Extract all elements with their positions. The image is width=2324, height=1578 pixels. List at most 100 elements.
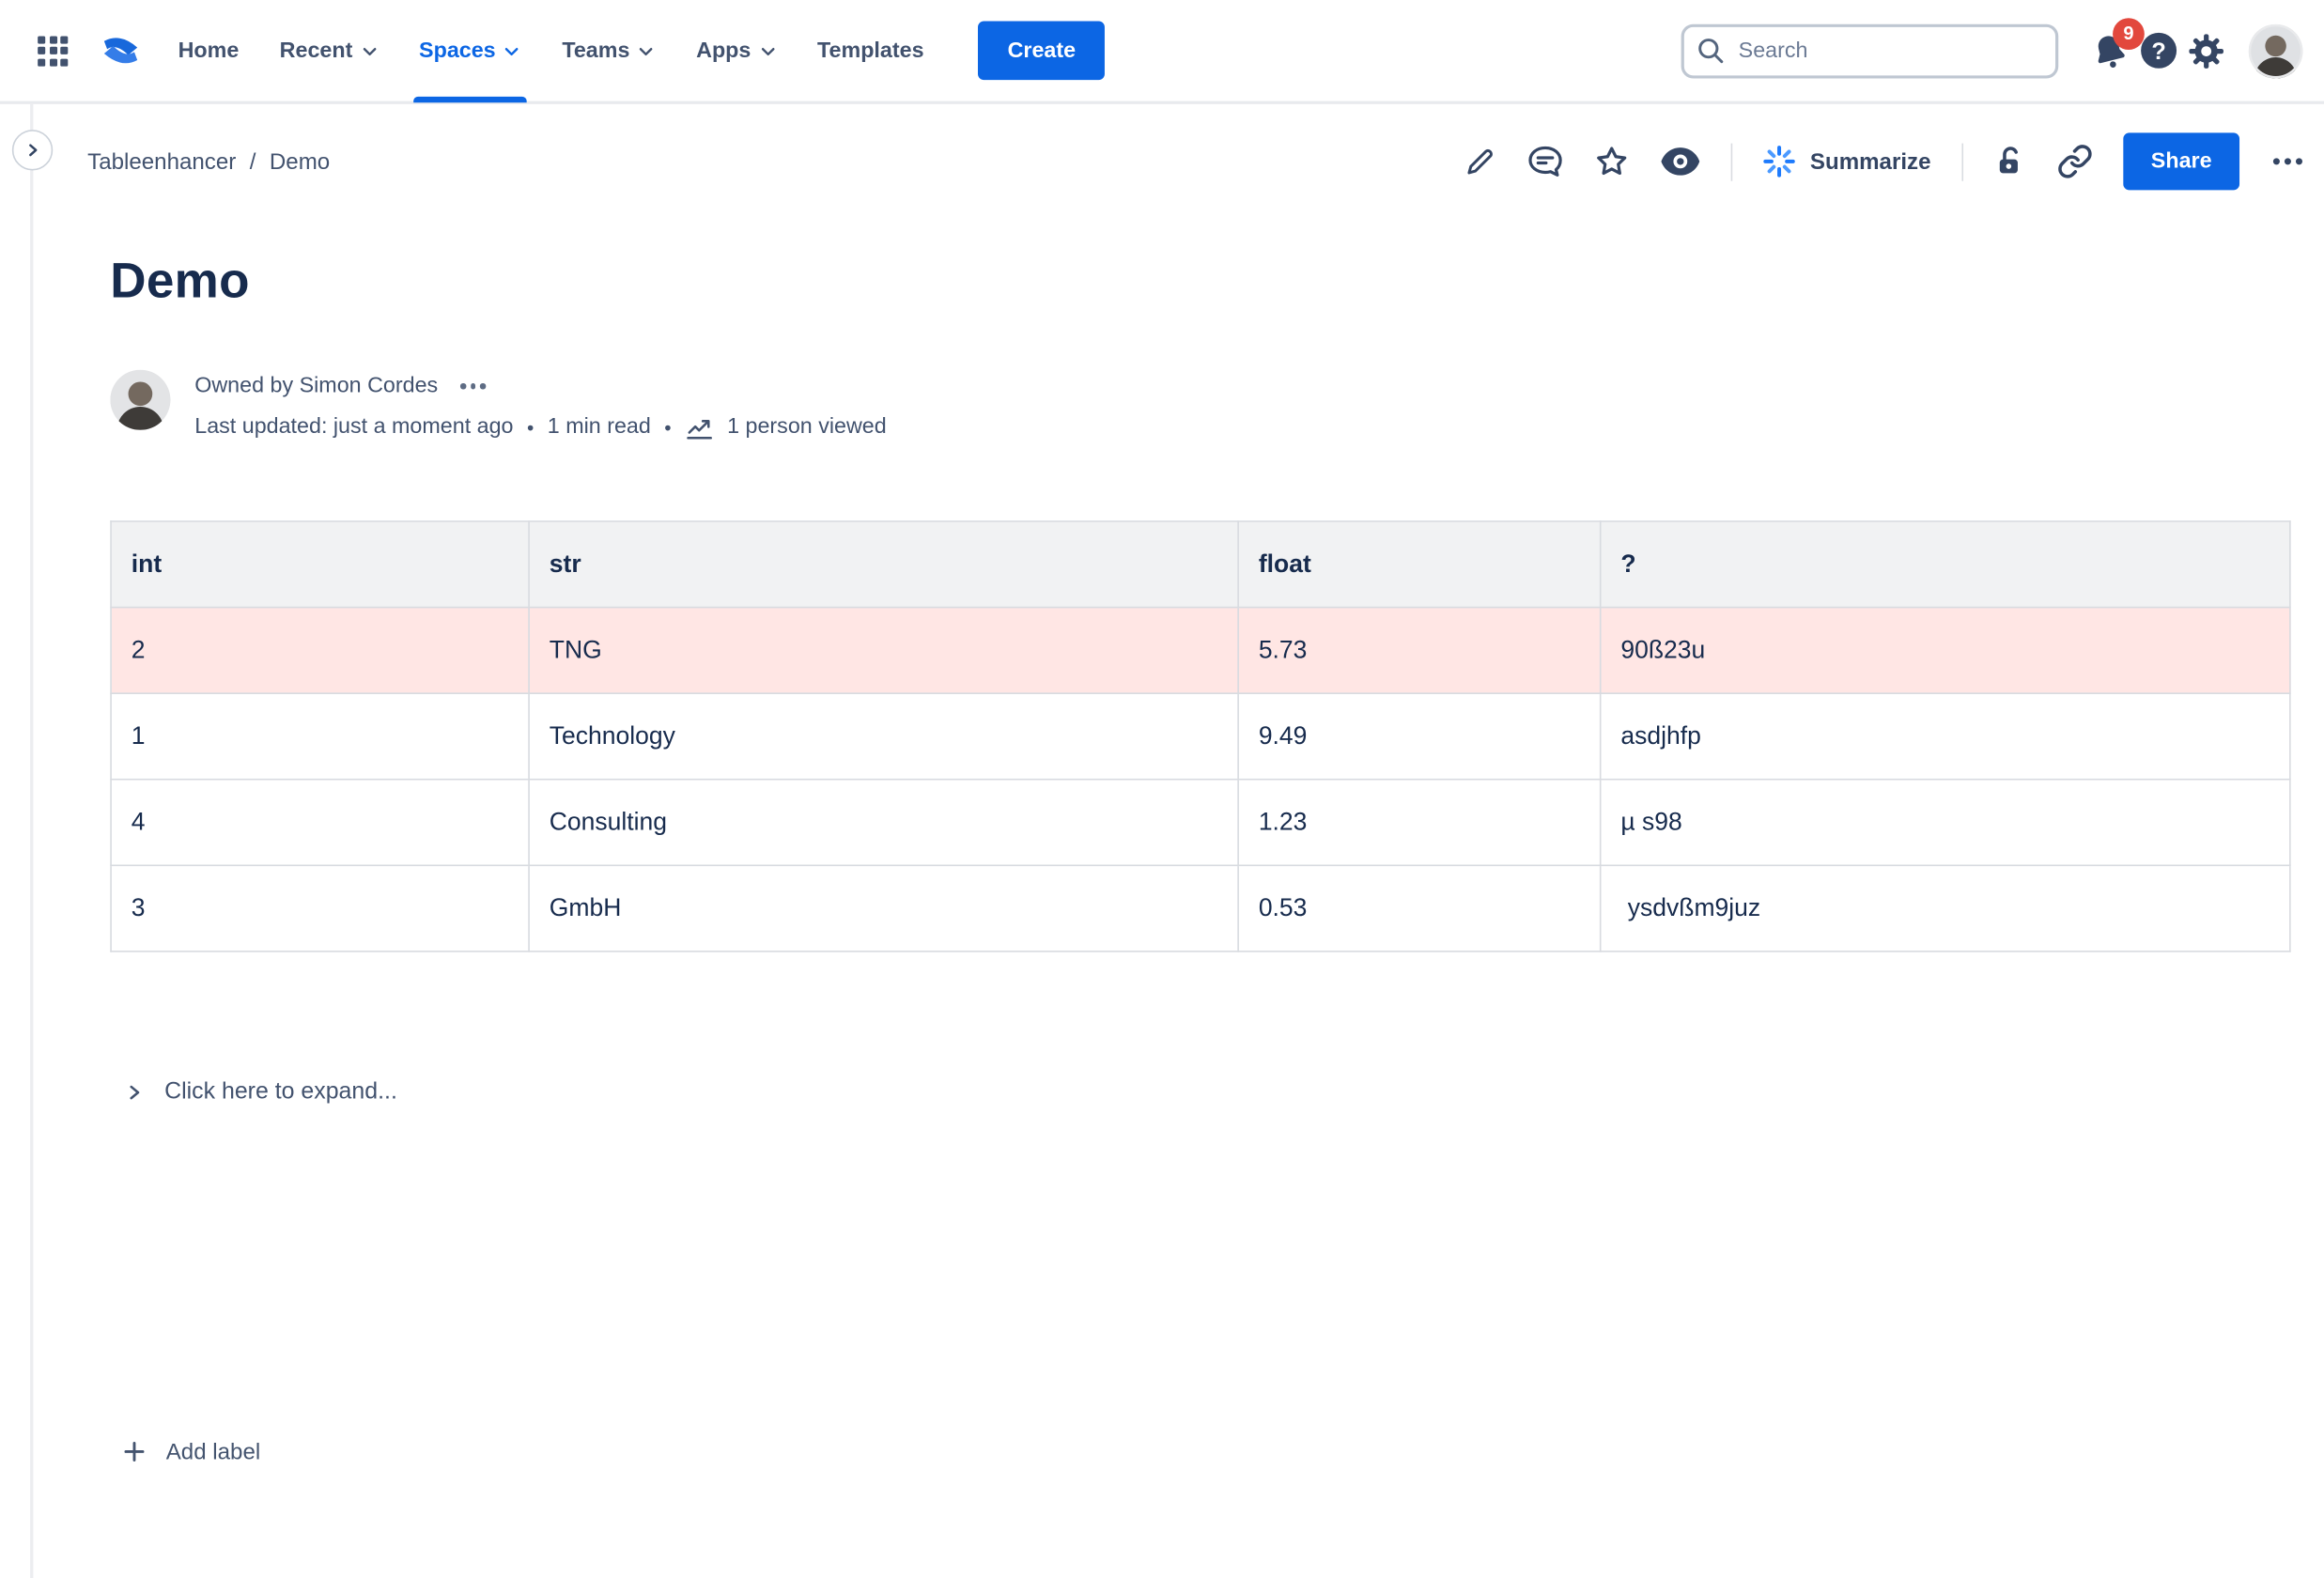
chevron-down-icon: [504, 41, 521, 59]
table-cell: Consulting: [529, 780, 1238, 866]
table-cell: Technology: [529, 693, 1238, 780]
help-button[interactable]: ?: [2134, 23, 2182, 78]
expand-toggle[interactable]: Click here to expand...: [125, 1079, 397, 1106]
confluence-logo-icon: [100, 30, 142, 70]
unlock-icon: [1993, 145, 2026, 178]
nav-item-templates[interactable]: Templates: [817, 0, 924, 102]
breadcrumb-space-link[interactable]: Tableenhancer: [87, 148, 236, 174]
table-cell: asdjhfp: [1601, 693, 2290, 780]
table-row: 3 GmbH 0.53 ysdvßm9juz: [111, 865, 2290, 951]
table-cell: 1.23: [1238, 780, 1601, 866]
user-avatar[interactable]: [2249, 23, 2303, 78]
page-header-bar: Tableenhancer / Demo: [0, 104, 2324, 219]
star-icon: [1593, 144, 1630, 180]
more-actions-button[interactable]: [2270, 144, 2306, 180]
gear-icon: [2187, 31, 2226, 70]
nav-label: Home: [178, 39, 240, 63]
add-label-button[interactable]: Add label: [121, 1438, 261, 1465]
confluence-logo[interactable]: [100, 30, 142, 70]
question-mark-icon: ?: [2138, 30, 2178, 70]
confluence-page: Home Recent Spaces Teams Apps Templates: [0, 0, 2324, 1578]
table-cell: 0.53: [1238, 865, 1601, 951]
primary-nav: Home Recent Spaces Teams Apps Templates: [178, 0, 924, 102]
dot-separator: •: [664, 416, 671, 439]
eye-icon: [1660, 147, 1700, 177]
breadcrumb-separator: /: [250, 148, 256, 174]
table-cell: µ s98: [1601, 780, 2290, 866]
chevron-down-icon: [637, 41, 655, 59]
search-icon: [1695, 34, 1728, 67]
search-input[interactable]: [1681, 23, 2059, 78]
table-cell: 9.49: [1238, 693, 1601, 780]
top-navigation: Home Recent Spaces Teams Apps Templates: [0, 0, 2324, 104]
summarize-label: Summarize: [1810, 148, 1931, 174]
table-row: 4 Consulting 1.23 µ s98: [111, 780, 2290, 866]
nav-label: Apps: [696, 39, 751, 63]
nav-label: Templates: [817, 39, 924, 63]
nav-item-home[interactable]: Home: [178, 0, 240, 102]
comment-button[interactable]: [1527, 144, 1564, 180]
sidebar-expand-button[interactable]: [12, 130, 53, 170]
favourite-star-button[interactable]: [1593, 144, 1630, 180]
table-cell: 5.73: [1238, 608, 1601, 694]
nav-label: Teams: [562, 39, 629, 63]
nav-item-apps[interactable]: Apps: [696, 0, 777, 102]
avatar-photo: [110, 370, 170, 430]
page-title: Demo: [110, 252, 250, 309]
copy-link-button[interactable]: [2057, 144, 2094, 180]
analytics-chart-icon: [685, 412, 714, 441]
table-cell: GmbH: [529, 865, 1238, 951]
link-icon: [2057, 144, 2094, 180]
nav-item-recent[interactable]: Recent: [280, 0, 379, 102]
avatar-photo: [2249, 23, 2303, 78]
nav-label: Recent: [280, 39, 353, 63]
table-header-row: int str float ?: [111, 521, 2290, 608]
plus-icon: [121, 1438, 148, 1465]
content-left-divider: [30, 104, 32, 1578]
nav-item-spaces[interactable]: Spaces: [419, 0, 521, 102]
chevron-down-icon: [758, 41, 776, 59]
table-cell: 4: [111, 780, 529, 866]
restrictions-button[interactable]: [1993, 145, 2026, 178]
table-cell: 3: [111, 865, 529, 951]
owner-avatar[interactable]: [110, 370, 170, 430]
table-cell: TNG: [529, 608, 1238, 694]
table-cell: 2: [111, 608, 529, 694]
watch-button[interactable]: [1660, 147, 1700, 177]
expand-label: Click here to expand...: [164, 1079, 397, 1106]
search-field: [1681, 23, 2059, 78]
app-switcher-button[interactable]: [33, 31, 72, 70]
settings-button[interactable]: [2182, 23, 2230, 78]
byline-text: Owned by Simon Cordes Last updated: just…: [194, 370, 886, 445]
byline-more-icon[interactable]: [456, 379, 490, 394]
ellipsis-icon: [2270, 144, 2306, 180]
breadcrumb-page-link[interactable]: Demo: [270, 148, 330, 174]
breadcrumb: Tableenhancer / Demo: [87, 104, 330, 219]
app-switcher-grid-icon: [33, 31, 72, 70]
chevron-down-icon: [360, 41, 378, 59]
last-updated-label: Last updated: just a moment ago: [194, 415, 513, 440]
chevron-right-icon: [125, 1083, 143, 1101]
table-row: 2 TNG 5.73 90ß23u: [111, 608, 2290, 694]
table-cell: 1: [111, 693, 529, 780]
table-cell: 90ß23u: [1601, 608, 2290, 694]
share-button[interactable]: Share: [2123, 132, 2239, 190]
summarize-button[interactable]: Summarize: [1763, 145, 1930, 178]
column-header-int: int: [111, 521, 529, 608]
add-label-text: Add label: [166, 1439, 261, 1464]
table-row: 1 Technology 9.49 asdjhfp: [111, 693, 2290, 780]
notifications-button[interactable]: 9: [2085, 23, 2133, 78]
edit-button[interactable]: [1464, 145, 1496, 178]
data-table: int str float ? 2 TNG 5.73 90ß23u 1 Tech…: [110, 520, 2290, 951]
nav-item-teams[interactable]: Teams: [562, 0, 655, 102]
create-button[interactable]: Create: [978, 21, 1105, 80]
owner-label[interactable]: Owned by Simon Cordes: [194, 374, 438, 398]
divider: [1961, 143, 1963, 180]
svg-text:?: ?: [2151, 39, 2165, 65]
read-time-label: 1 min read: [548, 415, 651, 440]
viewed-count-label[interactable]: 1 person viewed: [727, 415, 887, 440]
pencil-icon: [1464, 145, 1496, 178]
active-tab-underline: [413, 96, 528, 102]
comment-icon: [1527, 144, 1564, 180]
byline: Owned by Simon Cordes Last updated: just…: [110, 370, 886, 445]
